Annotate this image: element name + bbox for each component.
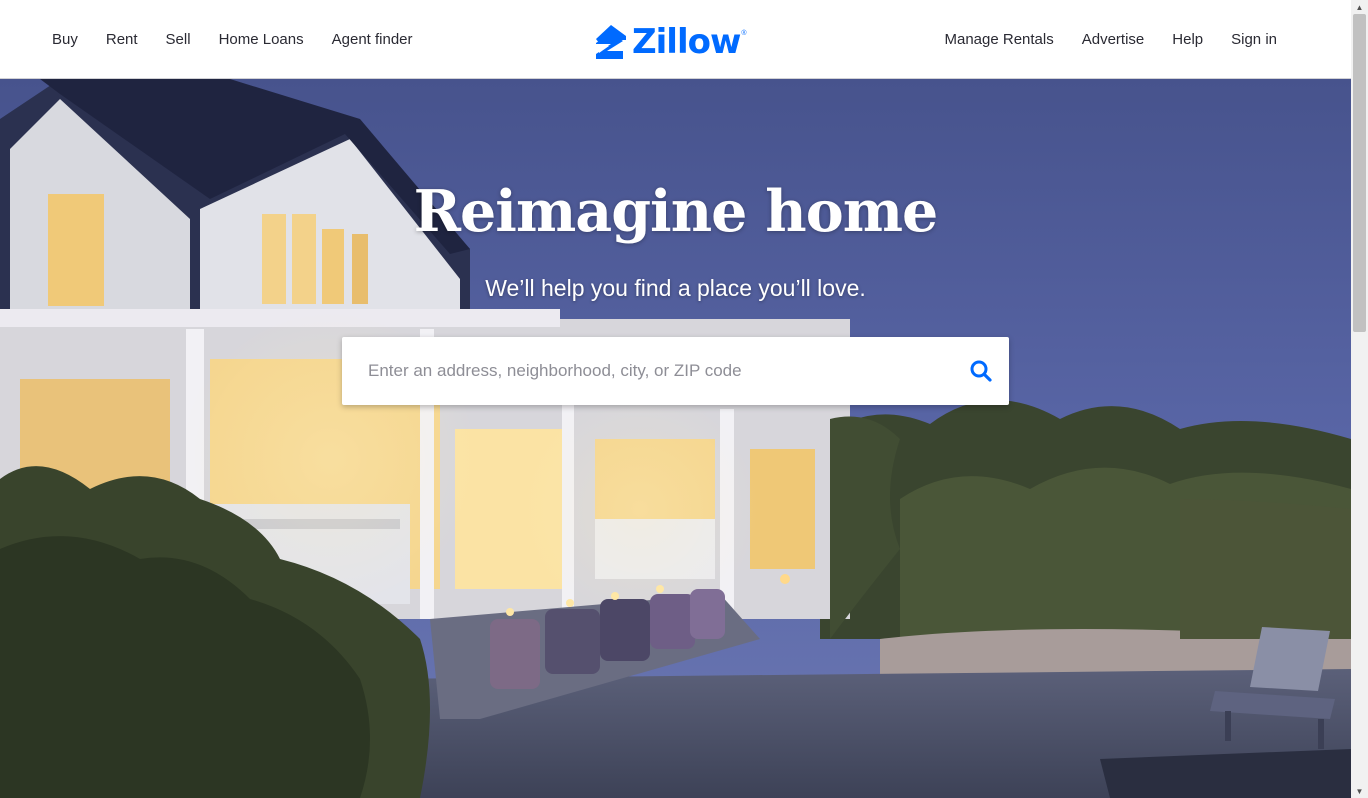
hero-subtitle: We’ll help you find a place you’ll love. <box>485 275 866 301</box>
zillow-homepage: Buy Rent Sell Home Loans Agent finder Zi… <box>0 0 1368 798</box>
page-scrollbar[interactable]: ▲ ▼ <box>1351 0 1368 798</box>
nav-link-help[interactable]: Help <box>1172 31 1203 48</box>
hero-title: Reimagine home <box>413 178 939 245</box>
logo-wordmark: Zillow <box>632 22 741 62</box>
site-header: Buy Rent Sell Home Loans Agent finder Zi… <box>0 0 1351 79</box>
scroll-up-arrow-icon[interactable]: ▲ <box>1351 0 1368 14</box>
hero-section: Reimagine home We’ll help you find a pla… <box>0 79 1351 798</box>
nav-link-buy[interactable]: Buy <box>52 31 78 48</box>
search-icon <box>970 360 992 382</box>
registered-mark: ® <box>741 30 747 37</box>
nav-link-sign-in[interactable]: Sign in <box>1231 31 1277 48</box>
nav-link-advertise[interactable]: Advertise <box>1082 31 1145 48</box>
search-input[interactable] <box>366 350 950 392</box>
scroll-down-arrow-icon[interactable]: ▼ <box>1351 784 1368 798</box>
secondary-nav: Manage Rentals Advertise Help Sign in <box>917 0 1278 79</box>
scroll-thumb[interactable] <box>1353 14 1366 332</box>
nav-link-manage-rentals[interactable]: Manage Rentals <box>945 31 1054 48</box>
primary-nav: Buy Rent Sell Home Loans Agent finder <box>52 0 441 79</box>
search-button[interactable] <box>969 359 993 383</box>
zillow-logo[interactable]: Zillow ® <box>595 24 747 60</box>
search-bar <box>342 337 1009 405</box>
nav-link-agent-finder[interactable]: Agent finder <box>332 31 413 48</box>
nav-link-sell[interactable]: Sell <box>166 31 191 48</box>
zillow-house-icon <box>596 25 626 59</box>
nav-link-home-loans[interactable]: Home Loans <box>219 31 304 48</box>
nav-link-rent[interactable]: Rent <box>106 31 138 48</box>
